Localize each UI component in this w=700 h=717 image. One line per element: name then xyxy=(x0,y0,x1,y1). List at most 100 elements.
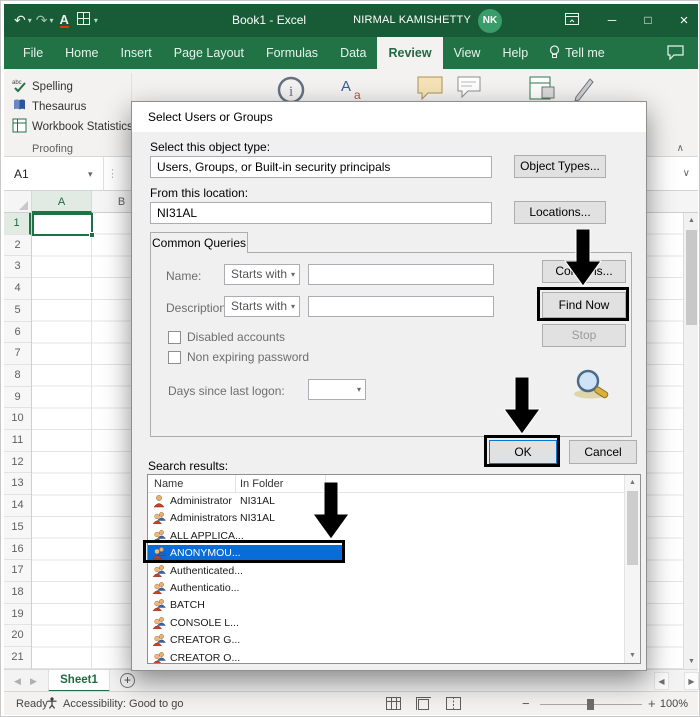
list-vertical-scrollbar[interactable]: ▲ ▼ xyxy=(624,475,640,663)
comments-icon[interactable] xyxy=(667,45,684,65)
row-header-12[interactable]: 12 xyxy=(4,452,31,474)
row-header-14[interactable]: 14 xyxy=(4,495,31,517)
row-header-6[interactable]: 6 xyxy=(4,322,31,344)
fill-handle[interactable] xyxy=(89,232,95,238)
column-header-a[interactable]: A xyxy=(32,191,92,213)
common-queries-tab[interactable]: Common Queries xyxy=(150,232,248,253)
redo-icon[interactable]: ↷ xyxy=(36,12,48,29)
select-all-corner[interactable] xyxy=(4,191,32,213)
result-row[interactable]: Administrators NI31AL xyxy=(148,510,625,527)
collapse-ribbon-icon[interactable]: ∧ xyxy=(677,143,684,154)
result-row[interactable]: ALL APPLICA... xyxy=(148,528,625,545)
result-row[interactable]: ANONYMOU... xyxy=(148,545,625,563)
non-expiring-password-checkbox[interactable] xyxy=(168,351,181,364)
row-header-15[interactable]: 15 xyxy=(4,517,31,539)
ribbon-tab-home[interactable]: Home xyxy=(54,37,109,69)
zoom-slider-thumb[interactable] xyxy=(587,699,594,710)
cancel-button[interactable]: Cancel xyxy=(569,440,637,464)
new-sheet-button[interactable]: + xyxy=(120,673,135,688)
result-row[interactable]: BATCH xyxy=(148,597,625,614)
ribbon-tab-insert[interactable]: Insert xyxy=(110,37,163,69)
location-field[interactable]: NI31AL xyxy=(150,202,492,224)
scroll-down-icon[interactable]: ▼ xyxy=(625,648,640,663)
customize-qat-icon[interactable]: ▾ xyxy=(94,16,98,25)
ribbon-tab-review[interactable]: Review xyxy=(377,37,443,69)
formula-bar-expand-icon[interactable]: ∨ xyxy=(683,157,690,191)
spelling-button[interactable]: abc Spelling xyxy=(12,78,73,96)
selected-cell-a1[interactable] xyxy=(32,213,93,236)
zoom-in-icon[interactable]: + xyxy=(648,692,656,716)
find-now-button[interactable]: Find Now xyxy=(542,292,626,318)
page-layout-view-icon[interactable] xyxy=(416,697,431,713)
row-header-18[interactable]: 18 xyxy=(4,582,31,604)
ribbon-display-options-icon[interactable] xyxy=(556,4,588,37)
account-name[interactable]: NIRMAL KAMISHETTY xyxy=(349,4,471,37)
result-row[interactable]: CREATOR G... xyxy=(148,632,625,649)
workbook-statistics-button[interactable]: Workbook Statistics xyxy=(12,118,133,136)
dialog-close-icon[interactable] xyxy=(608,104,644,130)
formula-bar-splitter[interactable]: ⋮ xyxy=(107,157,118,191)
row-header-19[interactable]: 19 xyxy=(4,604,31,626)
name-input[interactable] xyxy=(308,264,494,285)
close-button[interactable]: × xyxy=(668,4,699,37)
tell-me[interactable]: Tell me xyxy=(549,37,605,69)
borders-icon[interactable] xyxy=(76,11,90,30)
result-row[interactable]: Authenticatio... xyxy=(148,580,625,597)
sheet-nav-left-icon[interactable]: ◀ xyxy=(14,670,21,692)
result-row[interactable]: Authenticated... xyxy=(148,563,625,580)
ribbon-tab-page-layout[interactable]: Page Layout xyxy=(163,37,255,69)
row-header-10[interactable]: 10 xyxy=(4,408,31,431)
hscroll-left-icon[interactable]: ◀ xyxy=(654,672,669,690)
row-header-8[interactable]: 8 xyxy=(4,365,31,387)
row-header-5[interactable]: 5 xyxy=(4,300,31,322)
stop-button[interactable]: Stop xyxy=(542,324,626,347)
scroll-up-icon[interactable]: ▲ xyxy=(625,475,640,490)
search-results-list[interactable]: Name In Folder Administrator NI31AL Admini… xyxy=(147,474,641,664)
row-header-7[interactable]: 7 xyxy=(4,343,31,365)
row-header-11[interactable]: 11 xyxy=(4,430,31,452)
object-type-field[interactable]: Users, Groups, or Built-in security prin… xyxy=(150,156,492,178)
row-header-13[interactable]: 13 xyxy=(4,473,31,496)
row-header-16[interactable]: 16 xyxy=(4,539,31,561)
undo-dropdown-icon[interactable]: ▾ xyxy=(28,16,32,25)
normal-view-icon[interactable] xyxy=(386,697,401,713)
sheet-nav-right-icon[interactable]: ▶ xyxy=(30,670,37,692)
column-header-in-folder[interactable]: In Folder xyxy=(240,475,283,493)
row-header-21[interactable]: 21 xyxy=(4,647,31,669)
accessibility-status[interactable]: Accessibility: Good to go xyxy=(46,692,183,716)
row-header-1[interactable]: 1 xyxy=(4,213,31,235)
vertical-scrollbar-thumb[interactable] xyxy=(686,230,697,325)
column-header-name[interactable]: Name xyxy=(154,475,183,493)
ribbon-tab-data[interactable]: Data xyxy=(329,37,377,69)
row-header-4[interactable]: 4 xyxy=(4,278,31,300)
description-operator-select[interactable]: Starts with ▾ xyxy=(224,296,300,317)
thesaurus-button[interactable]: Thesaurus xyxy=(12,98,86,116)
vertical-scrollbar[interactable]: ▲ ▼ xyxy=(683,213,698,669)
locations-button[interactable]: Locations... xyxy=(514,201,606,224)
result-row[interactable]: Administrator NI31AL xyxy=(148,493,625,510)
name-operator-select[interactable]: Starts with ▾ xyxy=(224,264,300,285)
row-header-2[interactable]: 2 xyxy=(4,235,31,257)
page-break-view-icon[interactable] xyxy=(446,697,461,713)
column-separator[interactable] xyxy=(235,475,236,493)
row-header-9[interactable]: 9 xyxy=(4,387,31,409)
result-row[interactable]: CREATOR O... xyxy=(148,650,625,663)
row-header-3[interactable]: 3 xyxy=(4,256,31,279)
row-header-17[interactable]: 17 xyxy=(4,560,31,582)
object-types-button[interactable]: Object Types... xyxy=(514,155,606,178)
ok-button[interactable]: OK xyxy=(489,440,557,464)
hscroll-right-icon[interactable]: ▶ xyxy=(684,672,699,690)
name-box-dropdown-icon[interactable]: ▾ xyxy=(88,157,93,191)
list-scrollbar-thumb[interactable] xyxy=(627,491,638,565)
minimize-button[interactable]: ─ xyxy=(596,4,628,37)
ribbon-tab-file[interactable]: File xyxy=(12,37,54,69)
column-separator[interactable] xyxy=(325,475,326,493)
columns-button[interactable]: Columns... xyxy=(542,260,626,283)
result-row[interactable]: CONSOLE L... xyxy=(148,615,625,632)
description-input[interactable] xyxy=(308,296,494,317)
redo-dropdown-icon[interactable]: ▾ xyxy=(49,16,53,25)
undo-icon[interactable]: ↶ xyxy=(14,12,26,29)
underline-icon[interactable]: A xyxy=(59,13,69,28)
zoom-out-icon[interactable]: − xyxy=(522,692,530,716)
scroll-down-icon[interactable]: ▼ xyxy=(684,654,699,669)
